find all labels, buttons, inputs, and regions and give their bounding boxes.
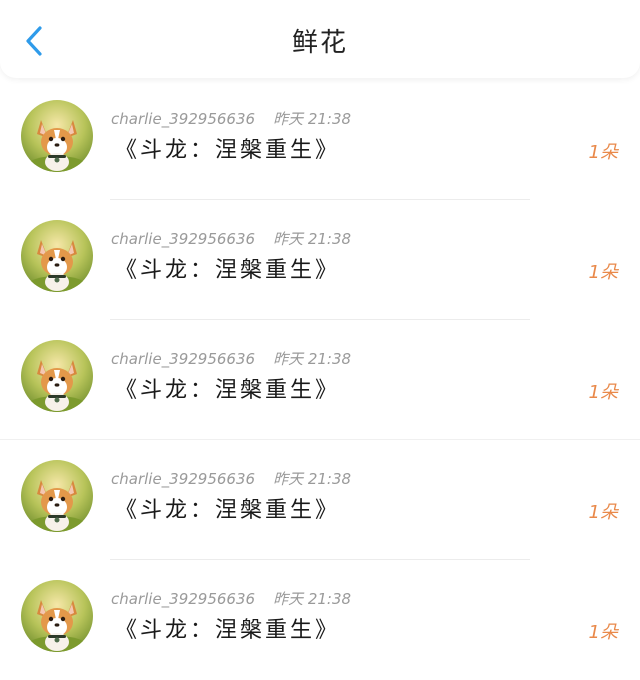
book-title[interactable]: 《斗龙：涅槃重生》 xyxy=(115,372,340,404)
timestamp: 昨天 21:38 xyxy=(273,470,352,488)
flower-count: 1朵 xyxy=(588,502,618,523)
avatar[interactable] xyxy=(21,100,93,172)
timestamp: 昨天 21:38 xyxy=(273,350,352,368)
item-meta: charlie_392956636 昨天 21:38 xyxy=(111,348,351,369)
corgi-avatar-icon xyxy=(21,220,93,292)
top-nav-bar: 鲜花 xyxy=(0,0,640,78)
list-item[interactable]: charlie_392956636 昨天 21:38 《斗龙：涅槃重生》 1朵 xyxy=(0,560,640,680)
timestamp: 昨天 21:38 xyxy=(273,590,352,608)
book-title[interactable]: 《斗龙：涅槃重生》 xyxy=(115,612,340,644)
list-item[interactable]: charlie_392956636 昨天 21:38 《斗龙：涅槃重生》 1朵 xyxy=(0,320,640,440)
page-title: 鲜花 xyxy=(291,28,348,58)
item-meta: charlie_392956636 昨天 21:38 xyxy=(111,588,351,609)
avatar[interactable] xyxy=(21,460,93,532)
flower-record-list: charlie_392956636 昨天 21:38 《斗龙：涅槃重生》 1朵 xyxy=(0,80,640,680)
list-item[interactable]: charlie_392956636 昨天 21:38 《斗龙：涅槃重生》 1朵 xyxy=(0,200,640,320)
username[interactable]: charlie_392956636 xyxy=(111,230,255,248)
timestamp: 昨天 21:38 xyxy=(273,230,352,248)
list-item[interactable]: charlie_392956636 昨天 21:38 《斗龙：涅槃重生》 1朵 xyxy=(0,440,640,560)
flower-count: 1朵 xyxy=(588,142,618,163)
username[interactable]: charlie_392956636 xyxy=(111,590,255,608)
item-meta: charlie_392956636 昨天 21:38 xyxy=(111,468,351,489)
item-meta: charlie_392956636 昨天 21:38 xyxy=(111,228,351,249)
avatar[interactable] xyxy=(21,580,93,652)
username[interactable]: charlie_392956636 xyxy=(111,470,255,488)
username[interactable]: charlie_392956636 xyxy=(111,350,255,368)
corgi-avatar-icon xyxy=(21,100,93,172)
flower-count: 1朵 xyxy=(588,382,618,403)
list-item[interactable]: charlie_392956636 昨天 21:38 《斗龙：涅槃重生》 1朵 xyxy=(0,80,640,200)
flower-count: 1朵 xyxy=(588,622,618,643)
item-meta: charlie_392956636 昨天 21:38 xyxy=(111,108,351,129)
book-title[interactable]: 《斗龙：涅槃重生》 xyxy=(115,492,340,524)
book-title[interactable]: 《斗龙：涅槃重生》 xyxy=(115,132,340,164)
book-title[interactable]: 《斗龙：涅槃重生》 xyxy=(115,252,340,284)
avatar[interactable] xyxy=(21,220,93,292)
username[interactable]: charlie_392956636 xyxy=(111,110,255,128)
flower-count: 1朵 xyxy=(588,262,618,283)
avatar[interactable] xyxy=(21,340,93,412)
timestamp: 昨天 21:38 xyxy=(273,110,352,128)
corgi-avatar-icon xyxy=(21,580,93,652)
corgi-avatar-icon xyxy=(21,460,93,532)
corgi-avatar-icon xyxy=(21,340,93,412)
